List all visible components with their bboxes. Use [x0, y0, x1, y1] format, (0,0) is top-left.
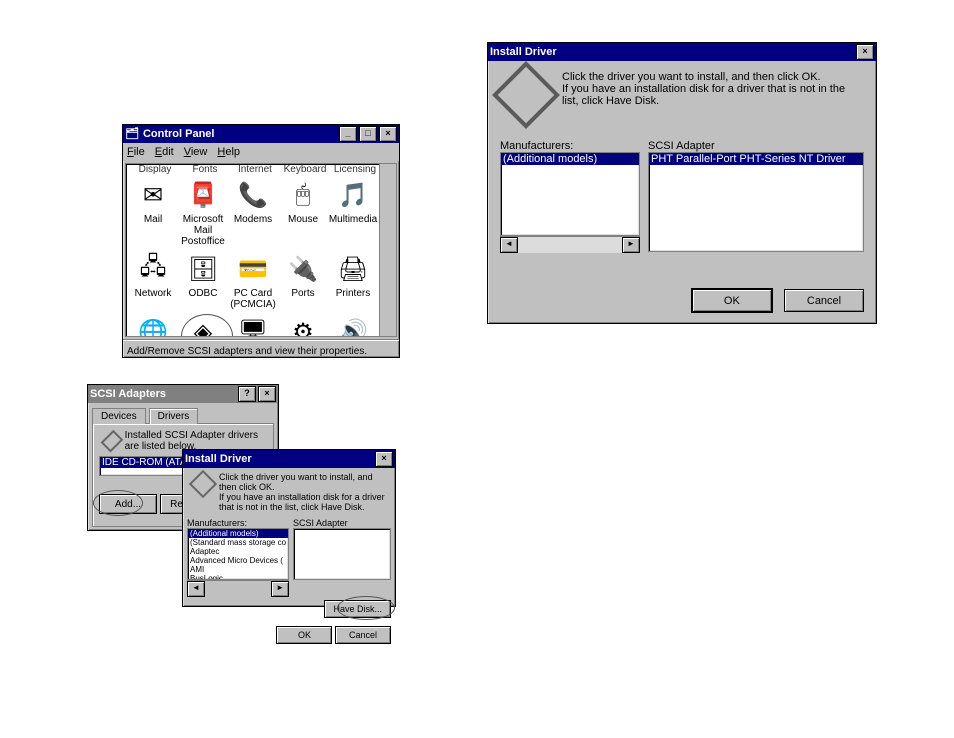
cp-icon-ports[interactable]: 🔌Ports: [278, 251, 328, 312]
adapter-list[interactable]: PHT Parallel-Port PHT-Series NT Driver: [648, 152, 864, 252]
close-icon[interactable]: ×: [856, 44, 874, 60]
tab-drivers[interactable]: Drivers: [149, 408, 199, 424]
install-driver-small: Install Driver × Click the driver you wa…: [182, 449, 396, 607]
control-panel-window: 🗂 Control Panel _ □ × File Edit View Hel…: [122, 124, 400, 358]
scroll-right-icon[interactable]: ►: [622, 237, 640, 253]
cp-icon-modems[interactable]: 📞Modems: [228, 177, 278, 249]
close-icon[interactable]: ×: [258, 386, 276, 402]
close-icon[interactable]: ×: [379, 126, 397, 142]
cp-icon-printers[interactable]: 🖨Printers: [328, 251, 378, 312]
close-icon[interactable]: ×: [375, 451, 393, 467]
cp-icon-microsoft-mail-postoffice[interactable]: 📮Microsoft Mail Postoffice: [178, 177, 228, 249]
scroll-left-icon[interactable]: ◄: [500, 237, 518, 253]
cp-icon-network[interactable]: 🖧Network: [128, 251, 178, 312]
scrollbar-v[interactable]: [379, 164, 396, 336]
scsi-icon: [101, 430, 123, 452]
maximize-icon[interactable]: □: [359, 126, 377, 142]
help-icon[interactable]: ?: [238, 386, 256, 402]
manufacturers-list[interactable]: (Additional models): [500, 152, 640, 236]
cp-icon-mouse[interactable]: 🖱Mouse: [278, 177, 328, 249]
cp-icon-services[interactable]: ⚙Services: [278, 314, 328, 337]
minimize-icon[interactable]: _: [339, 126, 357, 142]
titlebar[interactable]: Install Driver ×: [183, 450, 395, 468]
titlebar-inactive[interactable]: SCSI Adapters ? ×: [88, 385, 278, 403]
cp-icon-server[interactable]: 🖥Server: [228, 314, 278, 337]
ok-button[interactable]: OK: [276, 626, 332, 644]
ok-button[interactable]: OK: [692, 289, 772, 312]
cp-icon-pc-card-pcmcia-[interactable]: 💳PC Card (PCMCIA): [228, 251, 278, 312]
cp-icon-multimedia[interactable]: 🎵Multimedia: [328, 177, 378, 249]
manufacturers-list[interactable]: (Additional models)(Standard mass storag…: [187, 528, 289, 580]
install-driver-large: Install Driver × Click the driver you wa…: [487, 42, 877, 324]
driver-icon: [189, 470, 217, 498]
status-bar: Add/Remove SCSI adapters and view their …: [123, 339, 399, 362]
cancel-button[interactable]: Cancel: [784, 289, 864, 312]
add-button[interactable]: Add...: [99, 494, 157, 514]
adapter-list[interactable]: [293, 528, 391, 580]
scroll-left-icon[interactable]: ◄: [187, 581, 205, 597]
have-disk-button[interactable]: Have Disk...: [324, 600, 391, 618]
titlebar[interactable]: Install Driver ×: [488, 43, 876, 61]
scroll-right-icon[interactable]: ►: [271, 581, 289, 597]
menubar[interactable]: File Edit View Help: [123, 143, 399, 161]
driver-icon: [492, 61, 560, 129]
icon-area: Display Fonts Internet Keyboard Licensin…: [125, 163, 397, 337]
cp-icon-odbc[interactable]: 🗄ODBC: [178, 251, 228, 312]
cp-icon-sounds[interactable]: 🔊Sounds: [328, 314, 378, 337]
cancel-button[interactable]: Cancel: [335, 626, 391, 644]
cp-icon-scsi-adapters[interactable]: ◈SCSI Adapters: [178, 314, 228, 337]
title-text: Control Panel: [143, 125, 215, 143]
cp-icon-mail[interactable]: ✉Mail: [128, 177, 178, 249]
tab-devices[interactable]: Devices: [92, 408, 146, 424]
cp-icon-regional-settings[interactable]: 🌐Regional Settings: [128, 314, 178, 337]
titlebar[interactable]: 🗂 Control Panel _ □ ×: [123, 125, 399, 143]
